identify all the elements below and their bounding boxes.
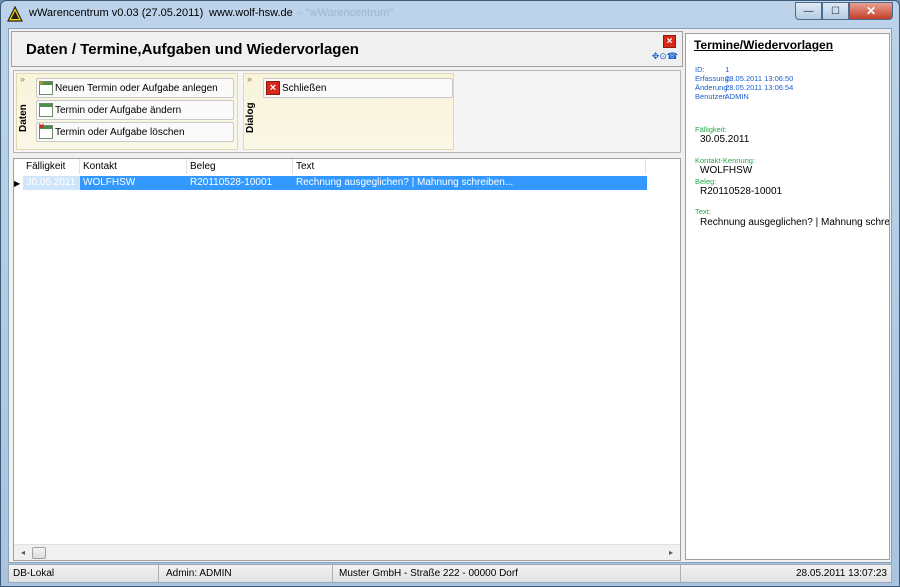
window-controls: — ☐ ✕ [795,2,893,20]
meta-erfassung: Erfassung: 28.05.2011 13:06:50 [695,74,793,83]
field-value-kontakt: WOLFHSW [700,165,753,176]
meta-key: ID: [695,65,705,74]
minimize-button[interactable]: — [795,2,822,20]
field-label-text: Text: [695,207,711,216]
column-header-beleg[interactable]: Beleg [187,159,293,174]
meta-key: Änderung: [695,83,730,92]
ribbon-toolbar: » Daten ✶ Neuen Termin oder Aufgabe anle… [13,70,681,153]
button-label: Neuen Termin oder Aufgabe anlegen [55,82,218,94]
window-url: www.wolf-hsw.de [209,7,293,19]
detail-panel: Termine/Wiedervorlagen ID: 1 Erfassung: … [685,33,890,560]
ribbon-group-dialog: » Dialog × Schließen [243,73,454,150]
window-close-button[interactable]: ✕ [849,2,893,20]
button-label: Termin oder Aufgabe löschen [55,126,185,138]
column-header-kontakt[interactable]: Kontakt [80,159,187,174]
status-db: DB-Lokal [9,565,159,582]
header-spacer [14,159,23,174]
button-label: Schließen [282,82,327,94]
meta-value: 28.05.2011 13:06:54 [725,83,794,92]
ribbon-group-label: Dialog [245,102,256,134]
field-label-beleg: Beleg: [695,177,717,186]
ribbon-group-daten: » Daten ✶ Neuen Termin oder Aufgabe anle… [16,73,238,150]
title-bar[interactable]: wWarencentrum v0.03 (27.05.2011) www.wol… [1,1,899,27]
window-title: wWarencentrum v0.03 (27.05.2011) [29,7,204,19]
app-warning-logo-icon [7,6,23,22]
meta-value: 28.05.2011 13:06:50 [725,74,794,83]
calendar-edit-icon [39,103,53,117]
field-label-kontakt: Kontakt-Kennung: [695,156,756,165]
page-title: Daten / Termine,Aufgaben und Wiedervorla… [26,41,359,58]
new-appointment-button[interactable]: ✶ Neuen Termin oder Aufgabe anlegen [36,78,234,98]
cell-text[interactable]: Rechnung ausgeglichen? | Mahnung schreib… [293,176,647,190]
horizontal-scrollbar[interactable]: ◂ ▸ [14,544,680,560]
meta-aenderung: Änderung: 28.05.2011 13:06:54 [695,83,793,92]
status-datetime: 28.05.2011 13:07:23 [795,568,887,579]
field-value-faelligkeit: 30.05.2011 [700,134,750,145]
close-red-icon: × [266,81,280,95]
appointments-grid: Fälligkeit Kontakt Beleg Text ▶ 30.05.20… [13,158,681,561]
collapse-chevron-icon[interactable]: » [247,75,252,84]
header-tool-icons[interactable]: ✥⊙☎ [652,51,678,62]
meta-value: ADMIN [724,92,749,101]
meta-benutzer: Benutzer: ADMIN [695,92,749,101]
detail-title: Termine/Wiedervorlagen [694,38,834,52]
column-header-faelligkeit[interactable]: Fälligkeit [23,159,80,174]
cell-kontakt[interactable]: WOLFHSW [80,176,187,190]
status-bar: DB-Lokal Admin: ADMIN Muster GmbH - Stra… [8,564,892,583]
meta-key: Erfassung: [695,74,731,83]
main-panel: Daten / Termine,Aufgaben und Wiedervorla… [11,31,683,561]
scroll-right-icon[interactable]: ▸ [664,547,678,559]
panel-close-icon[interactable]: × [663,35,676,48]
cell-beleg[interactable]: R20110528-10001 [187,176,293,190]
maximize-button[interactable]: ☐ [822,2,849,20]
meta-id: ID: 1 [695,65,729,74]
meta-key: Benutzer: [695,92,728,101]
button-label: Termin oder Aufgabe ändern [55,104,182,116]
scroll-left-icon[interactable]: ◂ [16,547,30,559]
calendar-delete-icon: ✕ [38,122,53,139]
edit-appointment-button[interactable]: Termin oder Aufgabe ändern [36,100,234,120]
app-window: wWarencentrum v0.03 (27.05.2011) www.wol… [0,0,900,587]
collapse-chevron-icon[interactable]: » [20,75,25,84]
page-header: Daten / Termine,Aufgaben und Wiedervorla… [11,31,683,67]
field-value-beleg: R20110528-10001 [700,186,783,197]
field-value-text: Rechnung ausgeglichen? | Mahnung schreib… [700,217,890,228]
field-label-faelligkeit: Fälligkeit: [695,125,727,134]
cell-faelligkeit[interactable]: 30.05.2011 [23,176,80,190]
row-indicator-icon: ▶ [14,179,21,188]
calendar-new-icon: ✶ [38,79,53,95]
table-row[interactable]: 30.05.2011 WOLFHSW R20110528-10001 Rechn… [23,176,647,190]
schliessen-button[interactable]: × Schließen [263,78,453,98]
scroll-thumb[interactable] [32,547,46,559]
ribbon-group-label: Daten [18,104,29,132]
status-company: Muster GmbH - Straße 222 - 00000 Dorf [333,565,681,582]
client-area: Daten / Termine,Aufgaben und Wiedervorla… [8,28,892,563]
delete-appointment-button[interactable]: ✕ Termin oder Aufgabe löschen [36,122,234,142]
status-user: Admin: ADMIN [159,565,333,582]
grid-header: Fälligkeit Kontakt Beleg Text [14,159,646,174]
column-header-text[interactable]: Text [293,159,646,174]
window-title-ghost: - "wWarencentrum" [299,7,394,19]
meta-value: 1 [725,65,730,74]
